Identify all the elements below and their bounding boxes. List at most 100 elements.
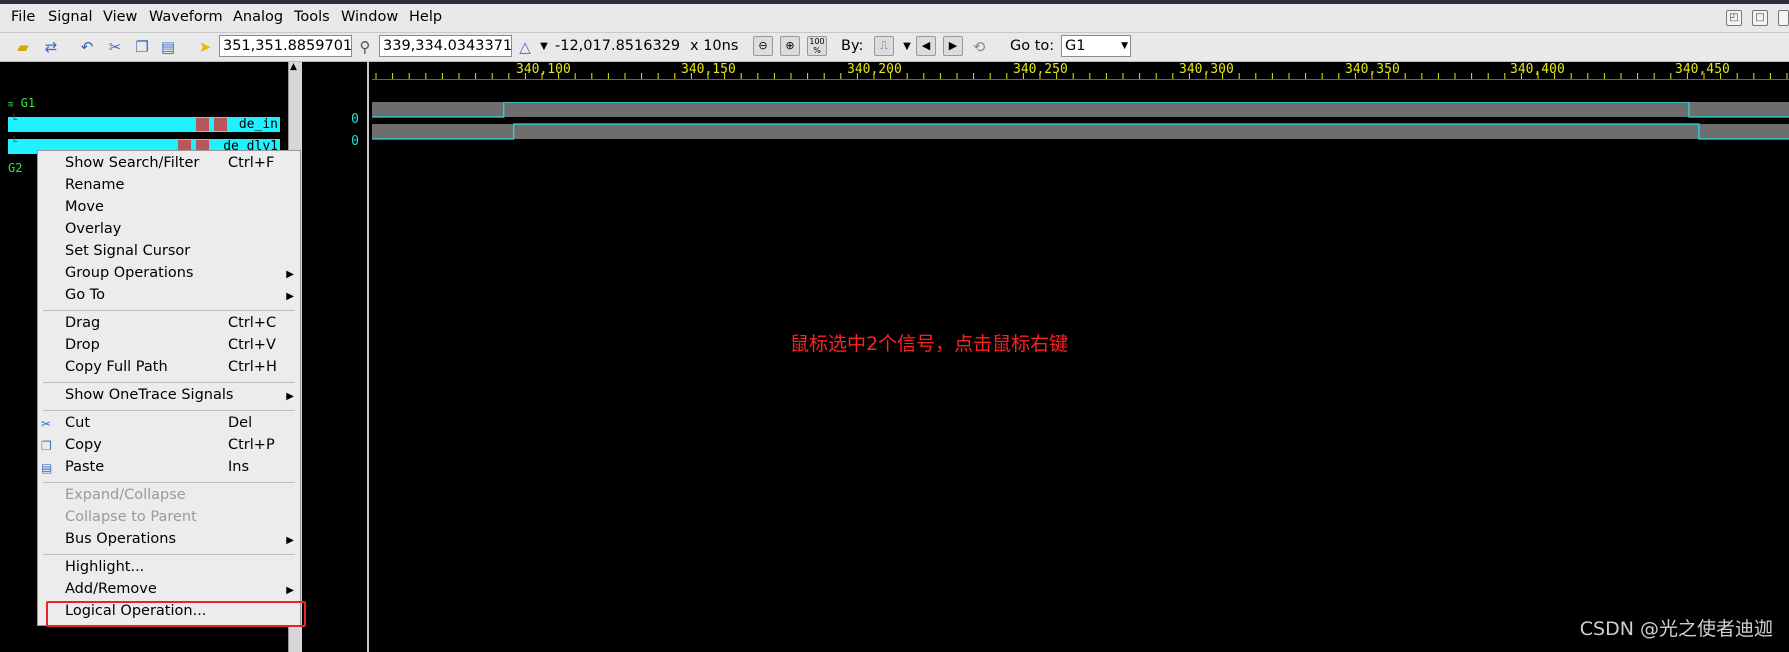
- back-icon[interactable]: ⟲: [968, 36, 990, 58]
- signal-type-icon: [196, 118, 209, 131]
- time-ruler[interactable]: 340,100 340,150 340,200 340,250 340,300 …: [372, 62, 1789, 80]
- shortcut: Del: [228, 415, 253, 431]
- menu-item-bus-operations[interactable]: Bus Operations: [65, 531, 176, 547]
- menu-item-overlay[interactable]: Overlay: [65, 221, 121, 237]
- ruler-label: 340,350: [1345, 62, 1400, 77]
- cursor-arrow-icon[interactable]: ➤: [194, 36, 216, 58]
- waveform-pane[interactable]: 340,100 340,150 340,200 340,250 340,300 …: [372, 62, 1789, 652]
- delta-dropdown-icon[interactable]: ▼: [533, 36, 555, 58]
- paste-icon: ▤: [41, 461, 53, 475]
- goto-select[interactable]: G1 ▼: [1061, 35, 1131, 57]
- watermark: CSDN @光之使者迪迦: [1579, 618, 1773, 640]
- copy-icon[interactable]: ❐: [131, 36, 153, 58]
- menu-item-drop[interactable]: Drop: [65, 337, 100, 353]
- signal-row-de-in[interactable]: └ de_in: [8, 115, 280, 132]
- copy-icon: ❐: [41, 439, 52, 453]
- chevron-down-icon[interactable]: ▼: [1121, 36, 1128, 56]
- scroll-up-icon[interactable]: ▲: [290, 62, 297, 72]
- waveform-low-segment: [372, 124, 514, 139]
- menu-file[interactable]: File: [11, 9, 35, 25]
- waveform-traces: [372, 102, 1789, 140]
- submenu-arrow-icon: ▶: [286, 291, 294, 302]
- menu-item-highlight[interactable]: Highlight...: [65, 559, 144, 575]
- menu-waveform[interactable]: Waveform: [149, 9, 223, 25]
- goto-label: Go to:: [1010, 38, 1055, 54]
- zoom-in-icon[interactable]: ⊕: [780, 36, 800, 56]
- shortcut: Ctrl+F: [228, 155, 275, 171]
- menu-item-set-signal-cursor[interactable]: Set Signal Cursor: [65, 243, 190, 259]
- shortcut: Ins: [228, 459, 250, 475]
- zoom-out-icon[interactable]: ⊖: [753, 36, 773, 56]
- menu-item-collapse-to-parent: Collapse to Parent: [65, 509, 197, 525]
- edge-search-icon[interactable]: ⎍: [874, 36, 894, 56]
- by-label: By:: [841, 38, 864, 54]
- menu-item-move[interactable]: Move: [65, 199, 104, 215]
- submenu-arrow-icon: ▶: [286, 269, 294, 280]
- menu-item-copy[interactable]: Copy: [65, 437, 102, 453]
- menu-item-expand-collapse: Expand/Collapse: [65, 487, 186, 503]
- shortcut: Ctrl+V: [228, 337, 276, 353]
- waveform-high-segment: [513, 124, 1699, 139]
- prev-icon[interactable]: ◀: [916, 36, 936, 56]
- menu-item-show-onetrace-signals[interactable]: Show OneTrace Signals: [65, 387, 233, 403]
- group-g2[interactable]: G2: [8, 161, 22, 175]
- menu-separator: [43, 410, 295, 411]
- waveform-low-segment: [372, 102, 504, 117]
- ruler-label: 340,450: [1675, 62, 1730, 77]
- restore-icon[interactable]: ◰: [1726, 10, 1742, 26]
- close-icon[interactable]: [1778, 10, 1789, 26]
- open-folder-icon[interactable]: ▰: [12, 36, 34, 58]
- menu-separator: [43, 482, 295, 483]
- signal-value: 0: [351, 112, 359, 127]
- menu-bar: File Signal View Waveform Analog Tools W…: [0, 4, 1789, 33]
- paste-icon[interactable]: ▤: [157, 36, 179, 58]
- toolbar: ▰ ⇄ ↶ ✂ ❐ ▤ ➤ 351,351.8859701 ⚲ 339,334.…: [0, 33, 1789, 62]
- cursor1-time-input[interactable]: 351,351.8859701: [219, 35, 352, 57]
- ruler-ticks: [375, 73, 1788, 79]
- menu-item-rename[interactable]: Rename: [65, 177, 124, 193]
- menu-item-copy-full-path[interactable]: Copy Full Path: [65, 359, 168, 375]
- group-g1[interactable]: ≡ G1: [8, 96, 35, 110]
- delta-value: -12,017.8516329: [555, 38, 681, 54]
- menu-item-show-search-filter[interactable]: Show Search/Filter: [65, 155, 199, 171]
- by-dropdown-icon[interactable]: ▼: [896, 36, 918, 58]
- group-label: G2: [8, 161, 23, 175]
- menu-analog[interactable]: Analog: [233, 9, 283, 25]
- cursor-marker-icon[interactable]: ⚲: [354, 36, 376, 58]
- menu-separator: [43, 382, 295, 383]
- menu-signal[interactable]: Signal: [48, 9, 93, 25]
- shortcut: Ctrl+P: [228, 437, 275, 453]
- submenu-arrow-icon: ▶: [286, 535, 294, 546]
- waveform-high-segment: [503, 102, 1689, 117]
- menu-item-paste[interactable]: Paste: [65, 459, 104, 475]
- cursor2-time-input[interactable]: 339,334.0343371: [379, 35, 512, 57]
- time-unit: x 10ns: [690, 38, 739, 54]
- menu-item-go-to[interactable]: Go To: [65, 287, 105, 303]
- waveform-low-segment: [1698, 124, 1789, 139]
- submenu-arrow-icon: ▶: [286, 391, 294, 402]
- next-icon[interactable]: ▶: [943, 36, 963, 56]
- menu-item-add-remove[interactable]: Add/Remove: [65, 581, 157, 597]
- annotation-text: 鼠标选中2个信号，点击鼠标右键: [790, 333, 1069, 355]
- menu-separator: [43, 310, 295, 311]
- maximize-icon[interactable]: □: [1752, 10, 1768, 26]
- ruler-label: 340,100: [516, 62, 571, 77]
- submenu-arrow-icon: ▶: [286, 585, 294, 596]
- menu-tools[interactable]: Tools: [294, 9, 330, 25]
- highlight-box: [46, 601, 306, 627]
- cut-icon: ✂: [41, 417, 52, 431]
- zoom-100-icon[interactable]: 100 %: [807, 36, 827, 56]
- ruler-label: 340,400: [1510, 62, 1565, 77]
- cut-icon[interactable]: ✂: [104, 36, 126, 58]
- menu-view[interactable]: View: [103, 9, 137, 25]
- menu-item-drag[interactable]: Drag: [65, 315, 100, 331]
- refresh-icon[interactable]: ⇄: [40, 36, 62, 58]
- menu-item-group-operations[interactable]: Group Operations: [65, 265, 193, 281]
- menu-window[interactable]: Window: [341, 9, 398, 25]
- context-menu: Show Search/Filter Ctrl+F Rename Move Ov…: [37, 150, 301, 626]
- shortcut: Ctrl+H: [228, 359, 277, 375]
- menu-help[interactable]: Help: [409, 9, 442, 25]
- menu-item-cut[interactable]: Cut: [65, 415, 90, 431]
- undo-icon[interactable]: ↶: [76, 36, 98, 58]
- menu-separator: [43, 554, 295, 555]
